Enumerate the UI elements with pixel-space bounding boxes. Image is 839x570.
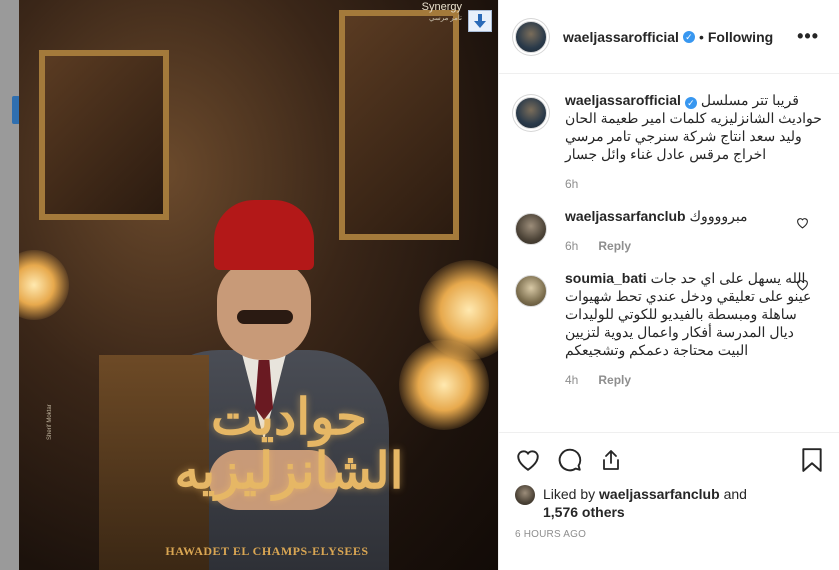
likes-others-link[interactable]: 1,576 others xyxy=(543,504,625,520)
comment-item: soumia_bati الله يسهل على اي حد جات عينو… xyxy=(515,253,823,387)
comment-username[interactable]: waeljassarfanclub xyxy=(565,208,686,224)
download-arrow-icon[interactable] xyxy=(468,10,492,32)
avatar[interactable] xyxy=(515,275,547,307)
post-timestamp[interactable]: 6 HOURS AGO xyxy=(515,529,823,540)
post-actions: Liked by waeljassarfanclub and 1,576 oth… xyxy=(499,432,839,540)
reply-button[interactable]: Reply xyxy=(598,373,631,387)
comment-icon[interactable] xyxy=(557,447,583,473)
post-author-username[interactable]: waeljassarofficial xyxy=(563,29,679,45)
following-button[interactable]: Following xyxy=(708,29,773,45)
comment-username[interactable]: waeljassarofficial xyxy=(565,92,681,108)
avatar[interactable] xyxy=(515,97,547,129)
poster-title-english: HAWADET EL CHAMPS-ELYSEES xyxy=(165,544,369,558)
comment-heart-icon[interactable] xyxy=(796,279,809,291)
photo-credit: Sherif Moktar xyxy=(47,404,53,440)
post-modal: Synergy تامر مرسي حواديت الشانزليزيه HAW… xyxy=(19,0,839,570)
comment-time[interactable]: 6h xyxy=(565,239,578,253)
liker-avatar[interactable] xyxy=(515,485,535,505)
post-header: waeljassarofficial ✓ • Following ••• xyxy=(499,0,839,74)
comment-item: waeljassarfanclub مبرووووك 6h Reply xyxy=(515,191,823,253)
background-page-left xyxy=(0,0,20,570)
reply-button[interactable]: Reply xyxy=(598,239,631,253)
comment-text: مبرووووك xyxy=(689,208,748,224)
avatar[interactable] xyxy=(515,213,547,245)
post-sidebar: waeljassarofficial ✓ • Following ••• wae… xyxy=(498,0,839,570)
liker-username[interactable]: waeljassarfanclub xyxy=(599,486,720,502)
comments-list[interactable]: waeljassarofficial ✓ قريبا تتر مسلسل حواد… xyxy=(499,75,839,432)
comment-time[interactable]: 4h xyxy=(565,373,578,387)
verified-badge-icon: ✓ xyxy=(682,30,695,43)
more-options-icon[interactable]: ••• xyxy=(797,26,819,47)
separator-dot: • xyxy=(698,28,704,45)
comment-heart-icon[interactable] xyxy=(796,217,809,229)
comment-time[interactable]: 6h xyxy=(565,177,578,191)
share-icon[interactable] xyxy=(599,448,623,472)
verified-badge-icon: ✓ xyxy=(684,97,697,109)
poster-title-arabic: حواديت الشانزليزيه xyxy=(174,387,404,500)
likes-summary: Liked by waeljassarfanclub and 1,576 oth… xyxy=(515,485,823,521)
avatar[interactable] xyxy=(515,20,547,53)
heart-icon[interactable] xyxy=(515,448,541,472)
post-image[interactable]: Synergy تامر مرسي حواديت الشانزليزيه HAW… xyxy=(19,0,498,570)
comment-username[interactable]: soumia_bati xyxy=(565,270,647,286)
caption: waeljassarofficial ✓ قريبا تتر مسلسل حواد… xyxy=(515,75,823,191)
brand-logo: Synergy تامر مرسي xyxy=(421,1,462,23)
bookmark-icon[interactable] xyxy=(801,447,823,473)
